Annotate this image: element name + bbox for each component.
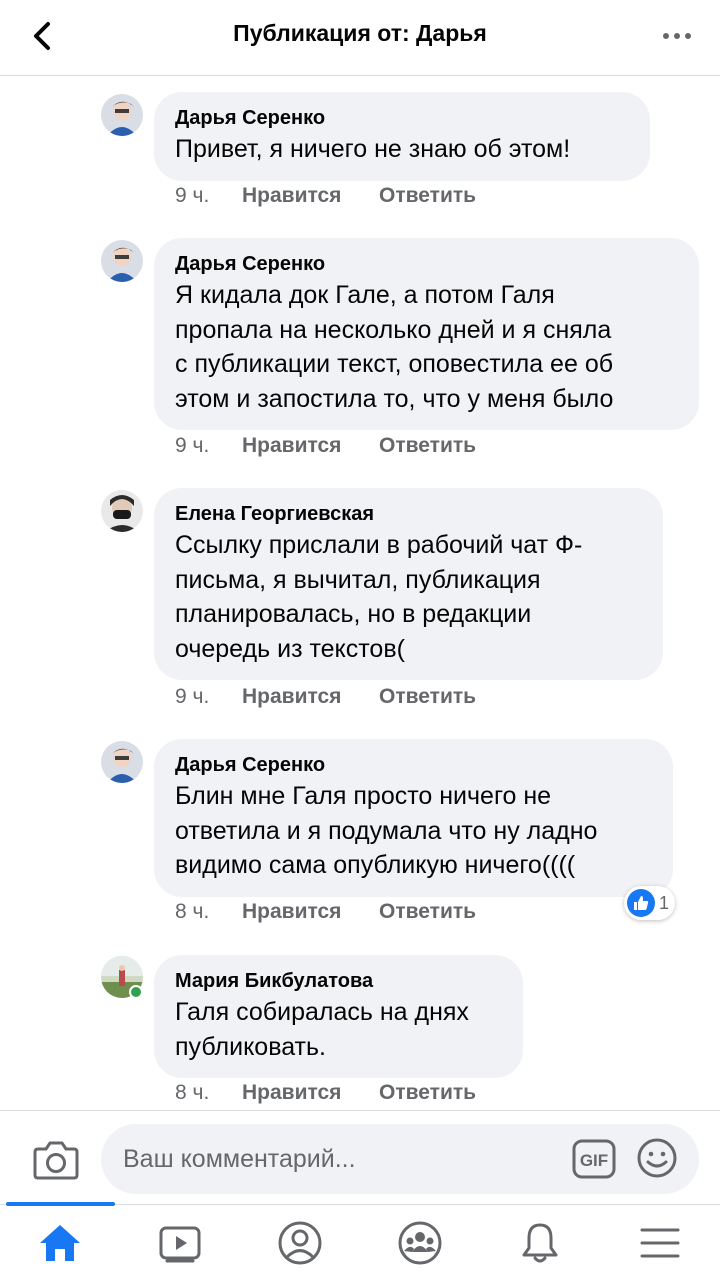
bottom-navigation [0, 1202, 720, 1280]
comment-meta: 9 ч. Нравится Ответить [175, 434, 476, 458]
comment-text-line: Я кидала док Гале, а потом Галя [175, 281, 555, 309]
top-bar: Публикация от: Дарья [0, 0, 720, 76]
reply-button[interactable]: Ответить [379, 900, 476, 924]
avatar[interactable] [101, 741, 143, 783]
reaction-count: 1 [659, 892, 670, 913]
more-dots-icon [663, 33, 669, 39]
nav-menu[interactable] [630, 1219, 690, 1267]
active-tab-indicator [6, 1202, 115, 1206]
nav-notifications[interactable] [510, 1219, 570, 1267]
comment-meta: 9 ч. Нравится Ответить [175, 685, 476, 709]
gif-button[interactable]: GIF [572, 1138, 616, 1180]
comment-meta: 8 ч. Нравится Ответить [175, 1081, 476, 1105]
comment-bubble[interactable]: Дарья Серенко Я кидала док Гале, а потом… [154, 238, 699, 430]
comment-text-line: с публикации текст, оповестила ее об [175, 350, 614, 378]
more-options-button[interactable] [652, 18, 702, 54]
comment-bubble[interactable]: Дарья Серенко Привет, я ничего не знаю о… [154, 92, 650, 181]
camera-icon [33, 1141, 79, 1180]
reaction-summary[interactable]: 1 [624, 886, 676, 920]
comment-text-line: видимо сама опубликую ничего(((( [175, 851, 576, 879]
comment-text: Привет, я ничего не знаю об этом! [175, 135, 571, 163]
like-button[interactable]: Нравится [242, 685, 379, 709]
avatar[interactable] [101, 490, 143, 532]
like-button[interactable]: Нравится [242, 184, 379, 208]
comment-time[interactable]: 9 ч. [175, 685, 242, 709]
comment-composer: GIF [0, 1110, 720, 1204]
groups-icon [398, 1221, 442, 1265]
nav-video[interactable] [150, 1219, 210, 1267]
comment-time[interactable]: 9 ч. [175, 434, 242, 458]
online-status-indicator [129, 985, 143, 999]
reply-button[interactable]: Ответить [379, 184, 476, 208]
reply-button[interactable]: Ответить [379, 434, 476, 458]
comment-author[interactable]: Елена Георгиевская [175, 500, 643, 528]
comment-bubble[interactable]: Дарья Серенко Блин мне Галя просто ничег… [154, 739, 673, 897]
comment-author[interactable]: Мария Бикбулатова [175, 967, 503, 995]
comment-text-line: Ссылку прислали в рабочий чат Ф- [175, 531, 583, 559]
nav-home[interactable] [30, 1219, 90, 1267]
comment-text-line: письма, я вычитал, публикация [175, 565, 541, 594]
emoji-icon [637, 1138, 677, 1178]
home-icon [40, 1225, 80, 1261]
nav-profile[interactable] [270, 1219, 330, 1267]
comment-meta: 8 ч. Нравится Ответить [175, 900, 476, 924]
emoji-button[interactable] [636, 1137, 678, 1179]
comment-text-line: планировалась, но в редакции [175, 600, 532, 628]
comment-bubble[interactable]: Елена Георгиевская Ссылку прислали в раб… [154, 488, 663, 680]
like-button[interactable]: Нравится [242, 1081, 379, 1105]
like-button[interactable]: Нравится [242, 434, 379, 458]
comment-text-line: пропала на несколько дней и я сняла [175, 315, 612, 344]
avatar[interactable] [101, 94, 143, 136]
comment-text-line: Галя собиралась на днях [175, 998, 469, 1026]
comment-meta: 9 ч. Нравится Ответить [175, 184, 476, 208]
menu-icon [640, 1228, 680, 1258]
comment-bubble[interactable]: Мария Бикбулатова Галя собиралась на дня… [154, 955, 523, 1078]
chevron-left-icon [34, 22, 50, 50]
gif-label: GIF [580, 1151, 608, 1170]
comment-time[interactable]: 8 ч. [175, 1081, 242, 1105]
comment-text-line: этом и запостила то, что у меня было [175, 384, 614, 413]
page-title: Публикация от: Дарья [233, 20, 487, 46]
comment-time[interactable]: 9 ч. [175, 184, 242, 208]
camera-button[interactable] [32, 1137, 80, 1181]
comment-time[interactable]: 8 ч. [175, 900, 242, 924]
comment-author[interactable]: Дарья Серенко [175, 250, 679, 278]
nav-groups[interactable] [390, 1219, 450, 1267]
reply-button[interactable]: Ответить [379, 1081, 476, 1105]
like-reaction-icon [627, 889, 655, 917]
avatar[interactable] [101, 240, 143, 282]
profile-icon [278, 1221, 322, 1265]
notifications-icon [522, 1223, 558, 1263]
video-icon [159, 1226, 201, 1263]
comment-text-line: публиковать. [175, 1032, 326, 1061]
comment-author[interactable]: Дарья Серенко [175, 751, 653, 779]
more-dot [674, 33, 680, 39]
like-button[interactable]: Нравится [242, 900, 379, 924]
comment-text-line: Блин мне Галя просто ничего не [175, 782, 552, 810]
comment-text-line: ответила и я подумала что ну ладно [175, 816, 598, 845]
more-dot [685, 33, 691, 39]
comment-author[interactable]: Дарья Серенко [175, 104, 630, 132]
back-button[interactable] [22, 14, 62, 58]
reply-button[interactable]: Ответить [379, 685, 476, 709]
comment-text-line: очередь из текстов( [175, 634, 405, 663]
